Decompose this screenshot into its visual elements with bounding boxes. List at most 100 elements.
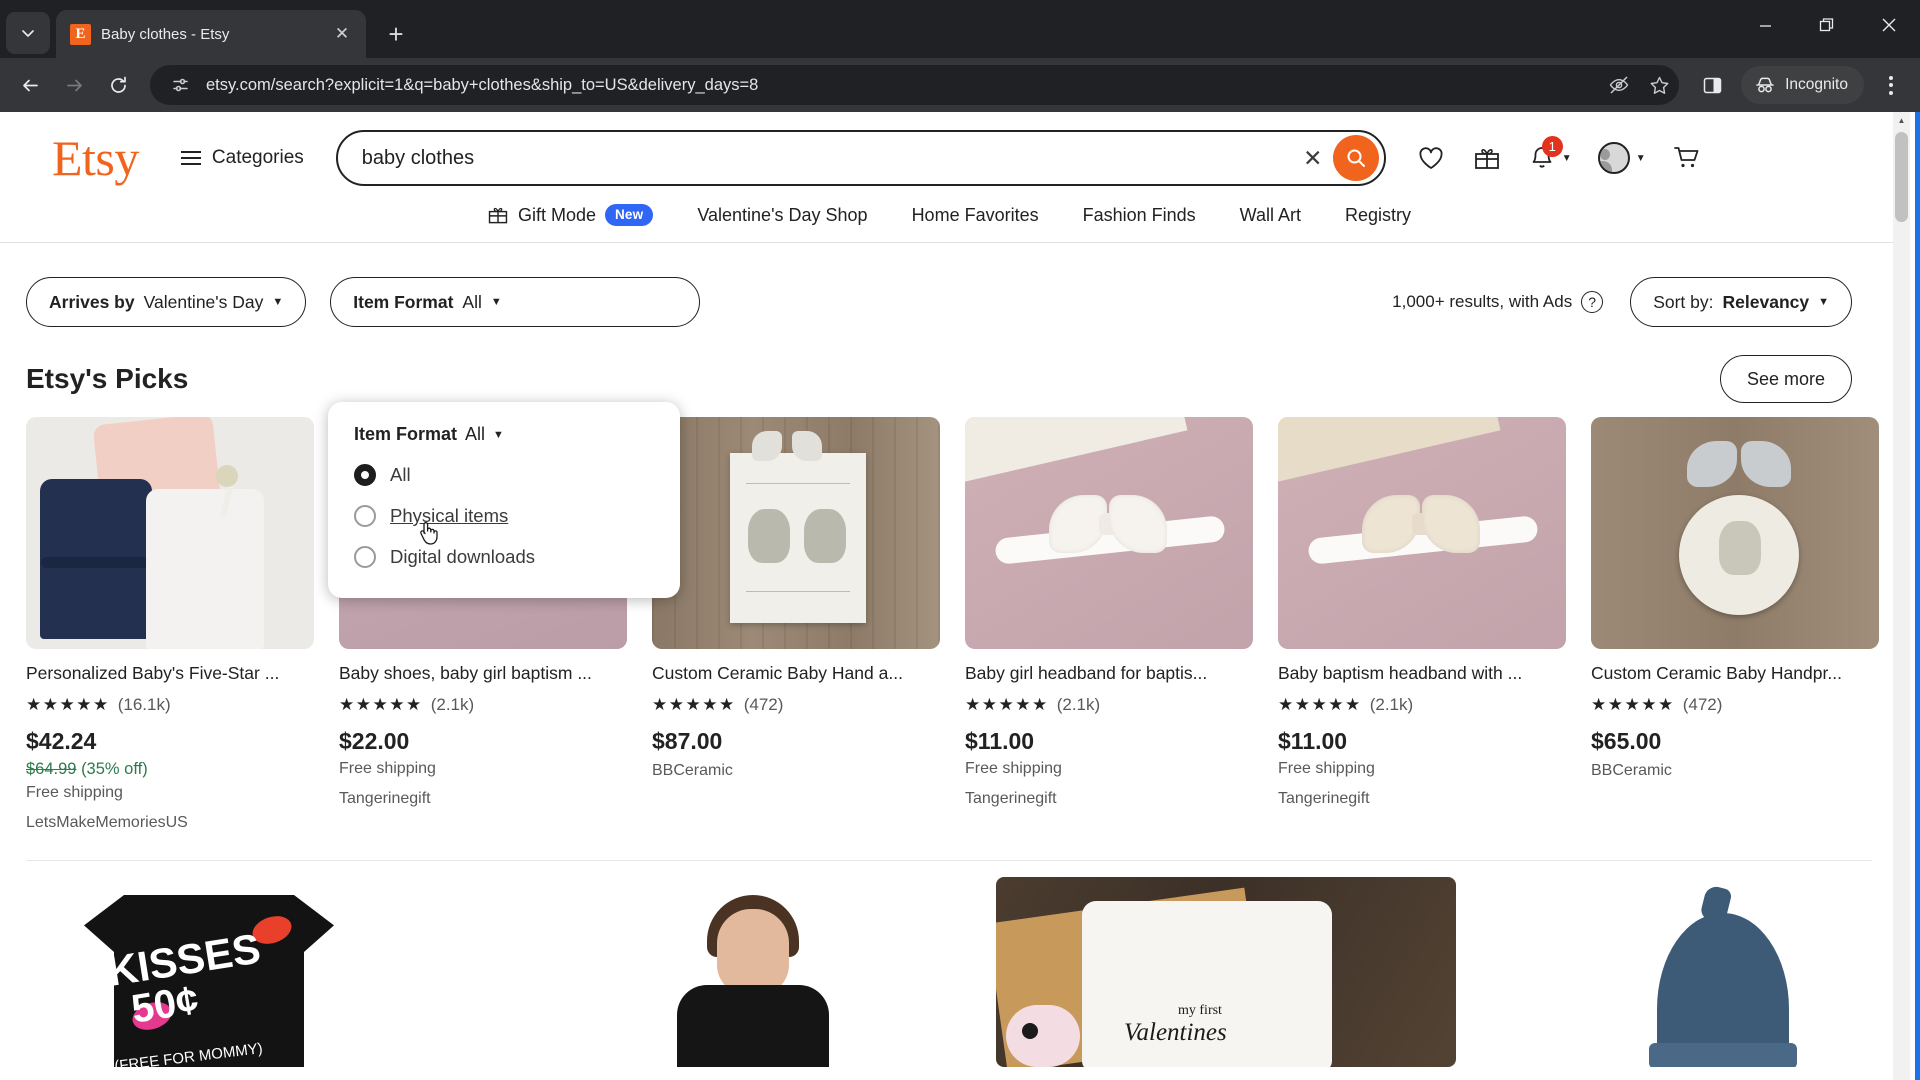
star-rating-icon: ★★★★★	[1591, 695, 1675, 714]
product-thumbnail[interactable]	[511, 877, 971, 1067]
forward-button[interactable]	[54, 65, 94, 105]
nav-item-wall-art[interactable]: Wall Art	[1240, 205, 1301, 226]
new-tab-button[interactable]: +	[378, 16, 414, 52]
product-title[interactable]: Personalized Baby's Five-Star ...	[26, 663, 314, 684]
notification-badge: 1	[1541, 136, 1563, 157]
product-shop-name[interactable]: Tangerinegift	[965, 790, 1253, 808]
product-title[interactable]: Custom Ceramic Baby Hand a...	[652, 663, 940, 684]
radio-button-selected[interactable]	[354, 464, 376, 486]
chevron-down-icon[interactable]: ▼	[493, 429, 504, 441]
nav-label: Registry	[1345, 204, 1412, 225]
page-scrollbar[interactable]: ▲	[1893, 112, 1910, 1080]
nav-item-gift-mode[interactable]: Gift Mode New	[487, 204, 654, 226]
reload-button[interactable]	[98, 65, 138, 105]
product-thumbnail[interactable]	[1591, 417, 1879, 649]
scroll-up-arrow[interactable]: ▲	[1893, 112, 1910, 129]
product-thumbnail[interactable]: KISSES 50¢ (FREE FOR MOMMY)	[26, 877, 486, 1067]
account-button[interactable]: ▼	[1597, 142, 1646, 174]
dropdown-option-physical-items[interactable]: Physical items	[354, 505, 654, 545]
see-more-button[interactable]: See more	[1719, 355, 1852, 403]
product-shop-name[interactable]: Tangerinegift	[1278, 790, 1566, 808]
window-controls	[1734, 0, 1920, 50]
review-count: (2.1k)	[430, 695, 475, 714]
radio-button[interactable]	[354, 546, 376, 568]
star-icon[interactable]	[1645, 71, 1673, 99]
results-count-text: 1,000+ results, with Ads	[1392, 292, 1573, 311]
product-card[interactable]: KISSES 50¢ (FREE FOR MOMMY)	[26, 877, 486, 1067]
eye-slash-icon[interactable]	[1605, 71, 1633, 99]
close-button[interactable]	[1858, 0, 1920, 50]
cart-button[interactable]	[1672, 143, 1702, 173]
product-card[interactable]: my first Valentines	[996, 877, 1456, 1067]
incognito-indicator[interactable]: Incognito	[1741, 66, 1864, 104]
categories-button[interactable]: Categories	[180, 147, 304, 169]
search-bar[interactable]: ✕	[335, 130, 1386, 186]
favorites-button[interactable]	[1416, 143, 1446, 173]
item-format-dropdown[interactable]: Item Format All ▼ All Physical items Dig…	[328, 402, 680, 598]
search-submit-button[interactable]	[1332, 135, 1379, 181]
radio-button[interactable]	[354, 505, 376, 527]
filter-arrives-by[interactable]: Arrives by Valentine's Day ▼	[26, 277, 307, 327]
page-title: Etsy's Picks	[26, 363, 189, 394]
gifts-button[interactable]	[1472, 143, 1502, 173]
nav-item-registry[interactable]: Registry	[1345, 205, 1411, 226]
product-price: $11.00	[965, 728, 1035, 754]
dropdown-title-label: Item Format	[354, 424, 458, 444]
filter-item-format-pill[interactable]: Item Format All ▼	[330, 277, 701, 327]
nav-item-home-favorites[interactable]: Home Favorites	[912, 205, 1039, 226]
filter-bar: Arrives by Valentine's Day ▼ Item Format…	[0, 243, 1898, 335]
search-input[interactable]	[361, 146, 1293, 170]
product-thumbnail[interactable]	[965, 417, 1253, 649]
side-panel-button[interactable]	[1691, 64, 1733, 106]
scrollbar-thumb[interactable]	[1895, 132, 1908, 222]
clear-search-button[interactable]: ✕	[1293, 138, 1333, 178]
product-thumbnail[interactable]	[1481, 877, 1915, 1067]
chevron-down-icon[interactable]: ▼	[1562, 153, 1572, 164]
nav-item-fashion-finds[interactable]: Fashion Finds	[1083, 205, 1196, 226]
notifications-button[interactable]: 1 ▼	[1528, 136, 1572, 172]
back-button[interactable]	[10, 65, 50, 105]
maximize-button[interactable]	[1796, 0, 1858, 50]
product-title[interactable]: Baby girl headband for baptis...	[965, 663, 1253, 684]
product-thumbnail[interactable]: my first Valentines	[996, 877, 1456, 1067]
sort-by-button[interactable]: Sort by: Relevancy ▼	[1630, 277, 1852, 327]
product-title[interactable]: Baby shoes, baby girl baptism ...	[339, 663, 627, 684]
product-shop-name[interactable]: BBCeramic	[1591, 762, 1879, 780]
category-nav: Gift Mode New Valentine's Day Shop Home …	[0, 186, 1898, 242]
dropdown-option-digital-downloads[interactable]: Digital downloads	[354, 546, 654, 568]
help-icon[interactable]: ?	[1581, 291, 1604, 313]
product-card[interactable]: Custom Ceramic Baby Handpr... ★★★★★ (472…	[1591, 417, 1879, 832]
review-count: (472)	[743, 695, 784, 714]
product-card[interactable]	[511, 877, 971, 1067]
product-thumbnail[interactable]	[1278, 417, 1566, 649]
product-thumbnail[interactable]	[26, 417, 314, 649]
forward-arrow-icon	[66, 79, 82, 91]
ceramic-handprint-plaque-image	[652, 417, 940, 649]
tab-search-button[interactable]	[6, 12, 50, 54]
minimize-button[interactable]	[1734, 0, 1796, 50]
star-rating-icon: ★★★★★	[965, 695, 1049, 714]
nav-label: Valentine's Day Shop	[697, 204, 868, 225]
etsy-logo[interactable]: Etsy	[52, 133, 139, 183]
my-first-valentines-onesie-thumbnail: my first Valentines	[996, 877, 1456, 1067]
product-shop-name[interactable]: LetsMakeMemoriesUS	[26, 814, 314, 832]
dropdown-option-all[interactable]: All	[354, 464, 654, 486]
product-shop-name[interactable]: Tangerinegift	[339, 790, 627, 808]
tab-close-button[interactable]: ✕	[330, 22, 354, 46]
browser-tab[interactable]: E Baby clothes - Etsy ✕	[56, 10, 366, 58]
product-shop-name[interactable]: BBCeramic	[652, 762, 940, 780]
product-card[interactable]: Personalized Baby's Five-Star ... ★★★★★ …	[26, 417, 314, 832]
address-bar[interactable]: etsy.com/search?explicit=1&q=baby+clothe…	[150, 65, 1680, 105]
nav-item-valentines-day-shop[interactable]: Valentine's Day Shop	[697, 205, 867, 226]
product-title[interactable]: Custom Ceramic Baby Handpr...	[1591, 663, 1879, 684]
onesie-text: my first Valentines	[1124, 1003, 1227, 1046]
product-title[interactable]: Baby baptism headband with ...	[1278, 663, 1566, 684]
product-card[interactable]: Baby baptism headband with ... ★★★★★ (2.…	[1278, 417, 1566, 832]
product-card[interactable]: Custom Ceramic Baby Hand a... ★★★★★ (472…	[652, 417, 940, 832]
browser-menu-button[interactable]	[1872, 64, 1910, 106]
product-thumbnail[interactable]	[652, 417, 940, 649]
product-card[interactable]	[1481, 877, 1915, 1067]
product-card[interactable]: Baby girl headband for baptis... ★★★★★ (…	[965, 417, 1253, 832]
chevron-down-icon[interactable]: ▼	[1636, 153, 1646, 164]
site-settings-icon[interactable]	[166, 71, 194, 99]
